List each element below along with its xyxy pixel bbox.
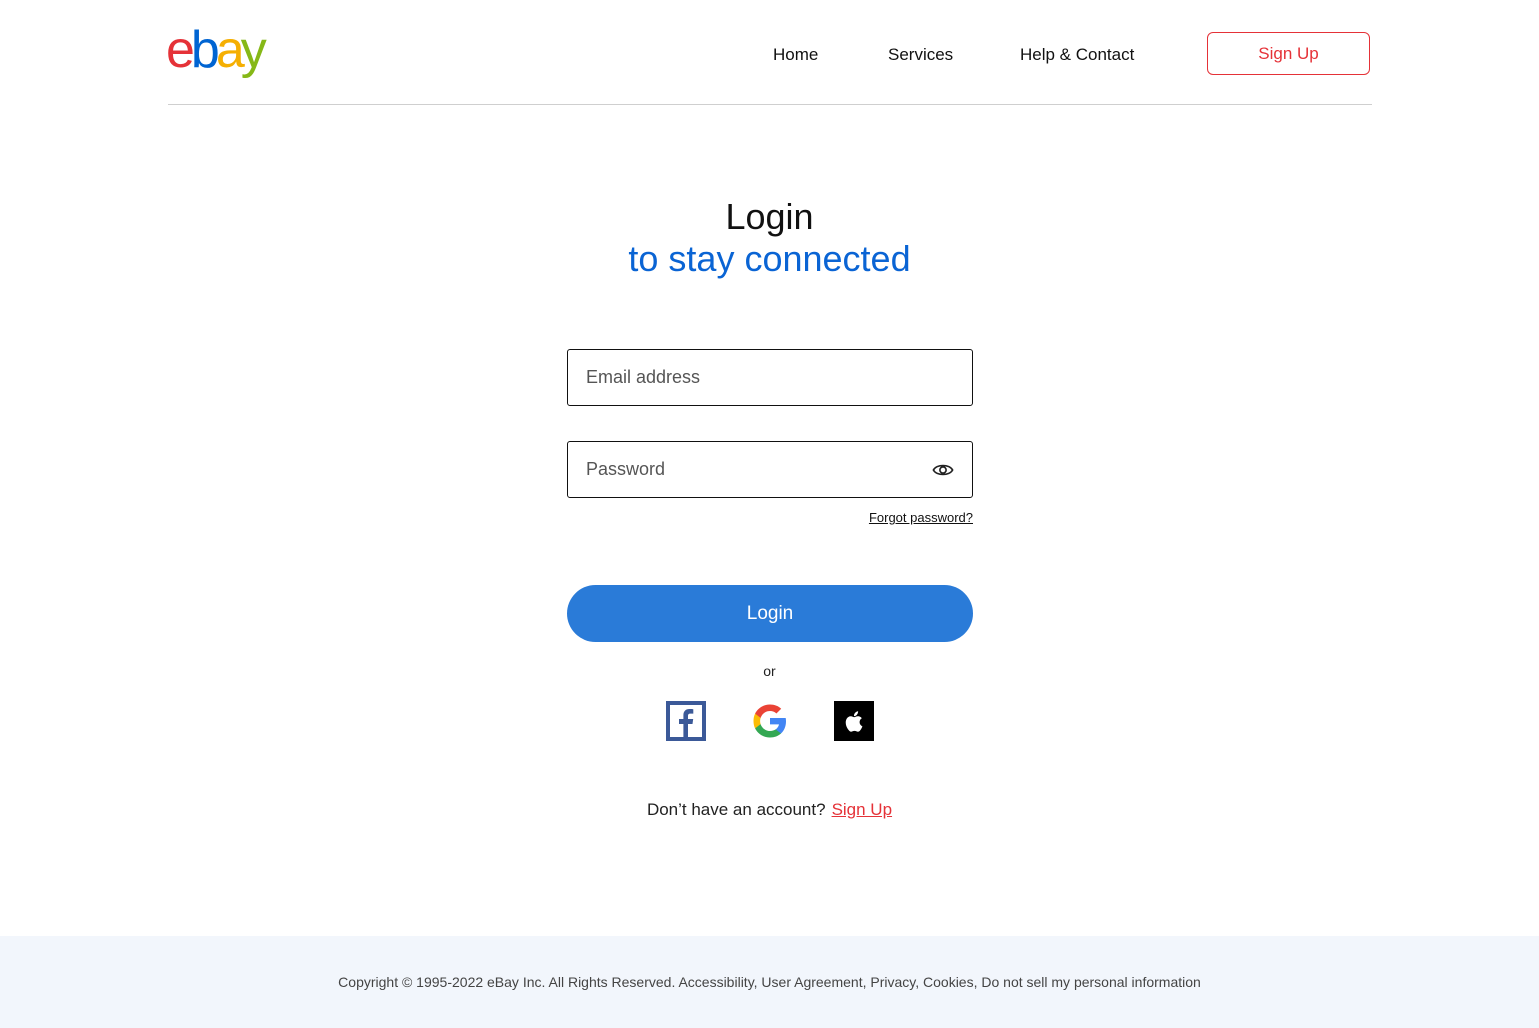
no-account-text: Don’t have an account? bbox=[646, 800, 826, 819]
ebay-logo[interactable]: ebay bbox=[166, 21, 267, 79]
no-account-line: Don’t have an account? Sign Up bbox=[0, 800, 1539, 820]
login-button[interactable]: Login bbox=[567, 585, 973, 642]
logo-letter-e: e bbox=[166, 21, 195, 79]
footer-copyright: Copyright © 1995-2022 eBay Inc. All Righ… bbox=[338, 974, 1201, 990]
password-input[interactable] bbox=[586, 442, 916, 497]
forgot-password-link[interactable]: Forgot password? bbox=[830, 510, 973, 525]
google-icon[interactable] bbox=[750, 701, 790, 741]
signup-link[interactable]: Sign Up bbox=[832, 800, 892, 819]
header-divider bbox=[168, 104, 1372, 105]
email-input[interactable] bbox=[586, 350, 916, 405]
nav-services[interactable]: Services bbox=[888, 44, 953, 66]
nav-home[interactable]: Home bbox=[773, 44, 818, 66]
facebook-icon[interactable] bbox=[666, 701, 706, 741]
logo-letter-a: a bbox=[215, 21, 245, 79]
logo-letter-y: y bbox=[240, 21, 267, 79]
logo-letter-b: b bbox=[190, 21, 220, 79]
eye-icon[interactable] bbox=[932, 460, 954, 480]
or-divider-text: or bbox=[763, 663, 776, 679]
nav-help-contact[interactable]: Help & Contact bbox=[1020, 44, 1134, 66]
page-title: Login bbox=[725, 196, 814, 237]
apple-icon[interactable] bbox=[834, 701, 874, 741]
page-subtitle: to stay connected bbox=[628, 238, 911, 279]
header-signup-button[interactable]: Sign Up bbox=[1207, 32, 1370, 75]
password-field[interactable] bbox=[567, 441, 973, 498]
email-field[interactable] bbox=[567, 349, 973, 406]
site-header: ebay Home Services Help & Contact Sign U… bbox=[0, 0, 1539, 105]
